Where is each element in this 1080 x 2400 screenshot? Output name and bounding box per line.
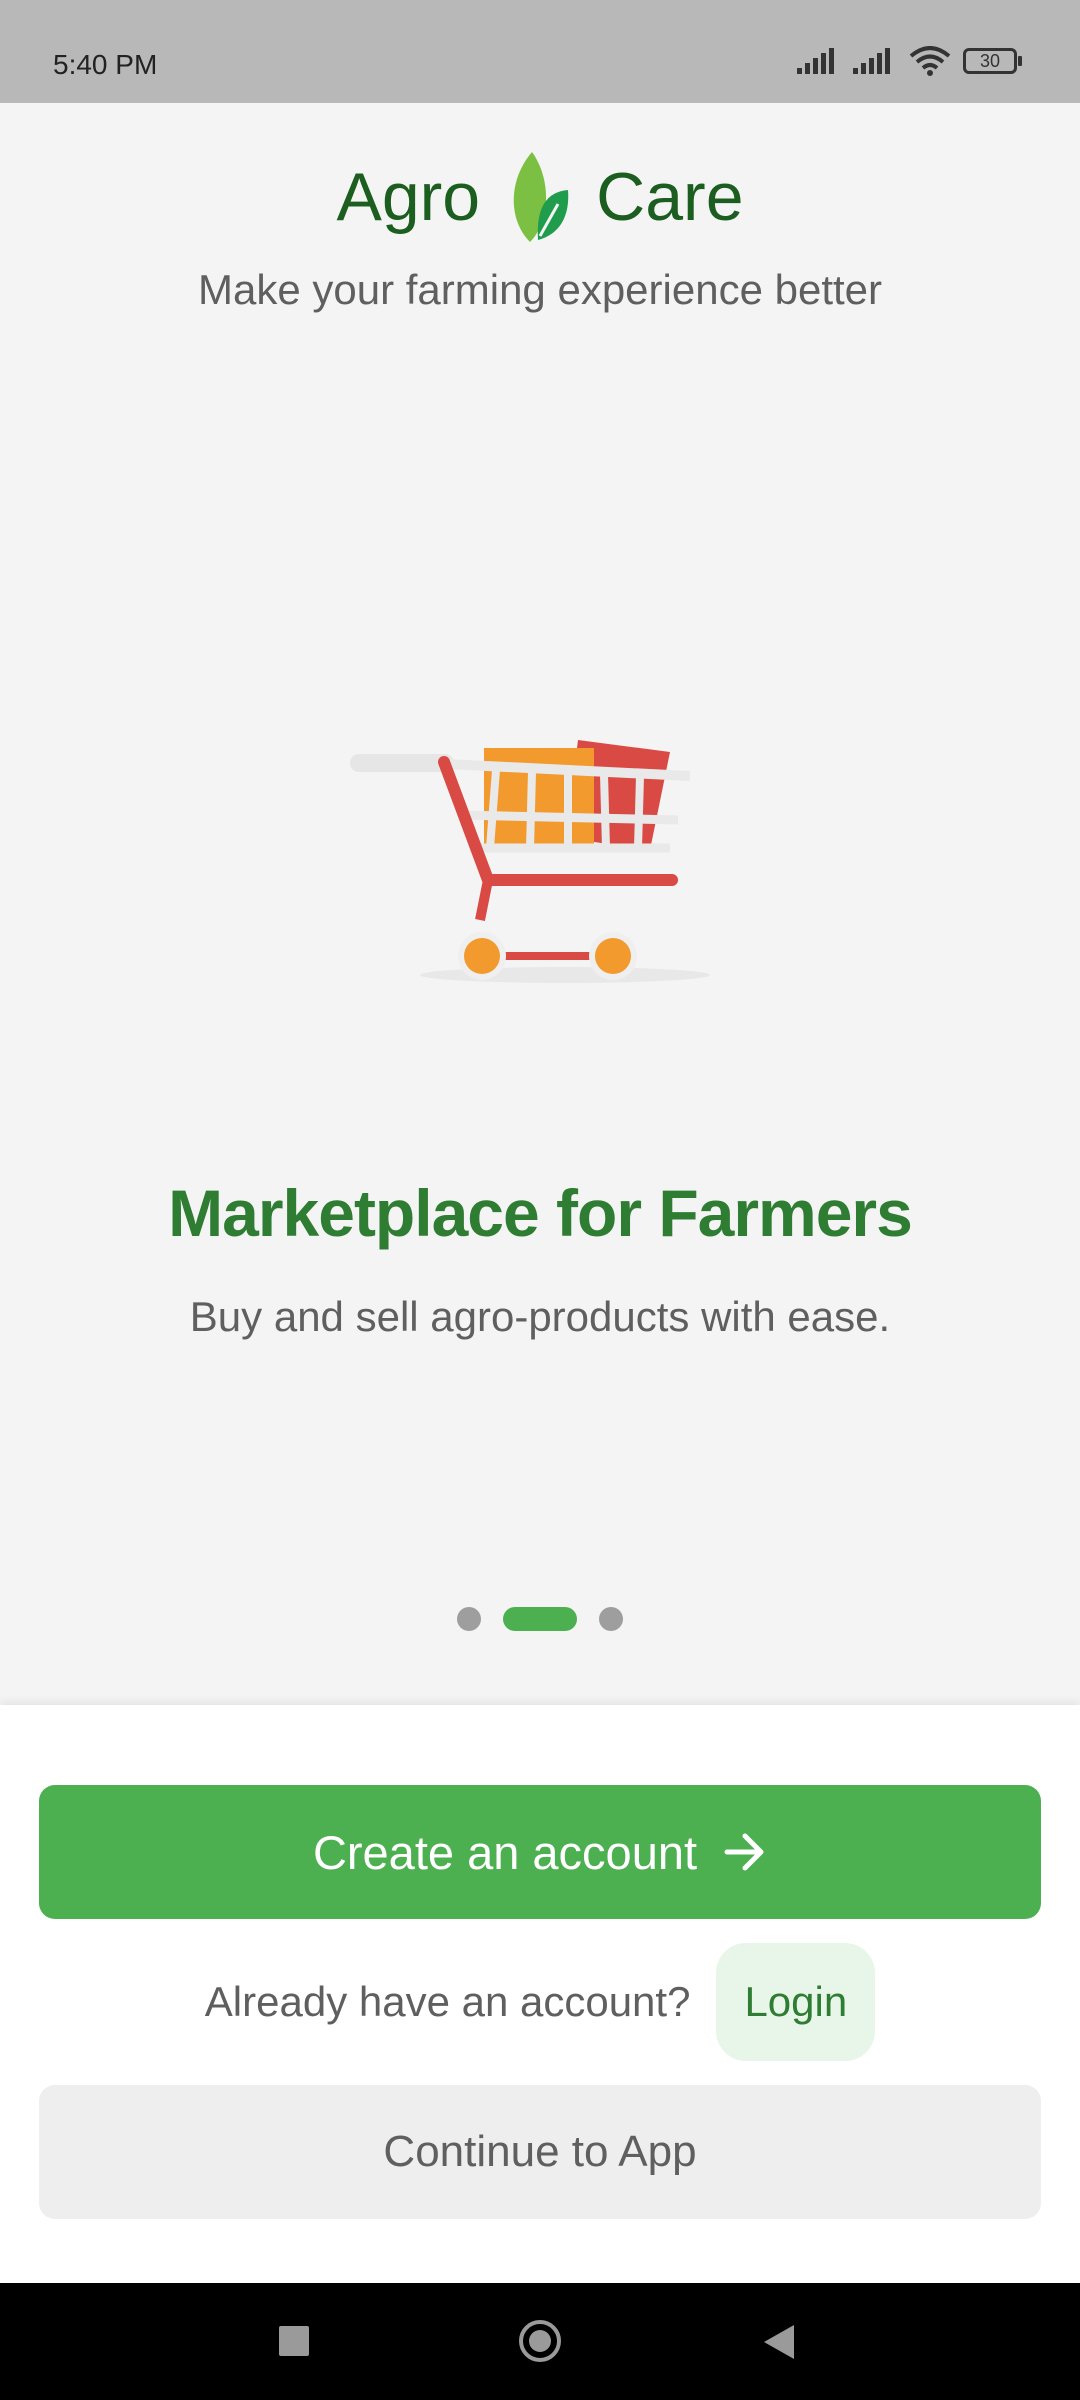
status-time: 5:40 PM <box>53 49 158 80</box>
login-prompt: Already have an account? <box>204 1978 691 2025</box>
page-dot-active[interactable] <box>503 1607 577 1631</box>
page-dot[interactable] <box>457 1607 481 1631</box>
leaf-icon <box>513 152 569 242</box>
continue-to-app-button[interactable]: Continue to App <box>39 2085 1041 2219</box>
back-icon[interactable] <box>764 2325 794 2359</box>
login-button[interactable]: Login <box>716 1943 876 2061</box>
brand-name-left: Agro <box>336 159 481 235</box>
slide-title: Marketplace for Farmers <box>168 1176 913 1250</box>
battery-level: 30 <box>979 50 1001 71</box>
action-sheet: Create an account Already have an accoun… <box>0 1705 1080 2283</box>
brand-name-right: Care <box>596 159 744 235</box>
arrow-right-icon <box>724 1833 764 1871</box>
status-icons: 30 <box>797 46 1022 76</box>
create-account-label: Create an account <box>312 1825 698 1879</box>
battery-icon: 30 <box>963 48 1022 74</box>
system-nav-bar <box>0 2283 1080 2400</box>
home-icon[interactable] <box>519 2320 561 2362</box>
page-indicator <box>0 1607 1080 1631</box>
login-row: Already have an account? Login <box>0 1943 1080 2061</box>
wifi-icon <box>909 46 951 76</box>
tagline: Make your farming experience better <box>198 266 882 313</box>
recents-icon[interactable] <box>279 2326 309 2356</box>
slide-description: Buy and sell agro-products with ease. <box>189 1293 891 1340</box>
brand-logo: Agro Care <box>0 150 1080 244</box>
status-bar: 5:40 PM 30 <box>0 0 1080 103</box>
page-dot[interactable] <box>599 1607 623 1631</box>
continue-label: Continue to App <box>383 2127 697 2176</box>
signal-icon <box>853 48 890 74</box>
signal-icon <box>797 48 834 74</box>
create-account-button[interactable]: Create an account <box>39 1785 1041 1919</box>
shopping-cart-icon <box>350 740 710 983</box>
